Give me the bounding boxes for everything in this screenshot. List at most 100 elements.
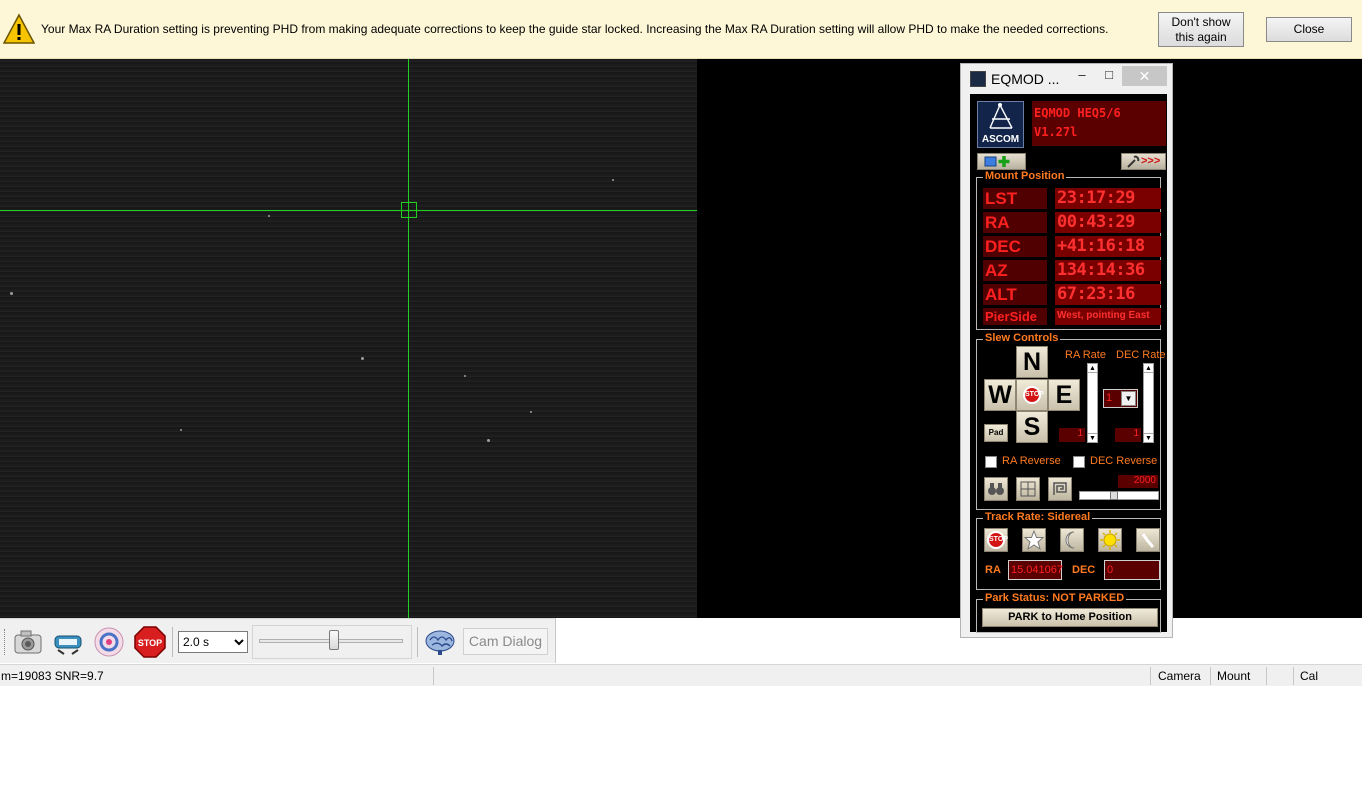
add-device-button[interactable] — [977, 153, 1026, 170]
track-custom-button[interactable] — [1136, 528, 1160, 552]
pierside-label: PierSide — [983, 308, 1047, 325]
toolbar-separator — [172, 627, 173, 657]
eqmod-titlebar[interactable]: EQMOD ... – □ ✕ — [961, 64, 1172, 92]
binoculars-button[interactable] — [984, 477, 1008, 501]
az-label: AZ — [983, 260, 1047, 281]
slew-west-button[interactable]: W — [984, 379, 1016, 411]
position-row-dec: DEC +41:16:18 — [983, 236, 1161, 257]
status-mount: Mount — [1217, 669, 1251, 683]
grid-button[interactable] — [1016, 477, 1040, 501]
eqmod-panel: ASCOM EQMOD HEQ5/6 V1.27l >>> Mount Posi… — [970, 94, 1167, 633]
dec-rate-scrollbar[interactable]: ▲ ▼ — [1143, 363, 1154, 443]
slew-stop-button[interactable]: STOP — [1016, 379, 1048, 411]
maximize-button[interactable]: □ — [1096, 67, 1122, 82]
sun-icon — [1100, 530, 1120, 550]
star — [487, 439, 490, 442]
ra-rate-value: 1 — [1059, 428, 1085, 442]
stop-icon[interactable]: STOP — [134, 626, 166, 658]
custom-rate-icon — [1141, 533, 1155, 548]
dec-reverse-checkbox[interactable] — [1073, 456, 1085, 468]
track-lunar-button[interactable] — [1060, 528, 1084, 552]
eqmod-window: EQMOD ... – □ ✕ ASCOM EQMOD HEQ5/6 V1.27… — [960, 63, 1173, 638]
track-ra-label: RA — [985, 564, 1001, 576]
track-dec-label: DEC — [1072, 564, 1096, 576]
rate-preset-select[interactable]: 1 ▼ — [1103, 389, 1138, 408]
status-star-info: m=19083 SNR=9.7 — [1, 669, 104, 683]
position-row-ra: RA 00:43:29 — [983, 212, 1161, 233]
moon-icon — [1065, 531, 1075, 549]
slew-controls-group: Slew Controls RA Rate DEC Rate N W STOP … — [976, 332, 1166, 510]
slew-east-button[interactable]: E — [1048, 379, 1080, 411]
star — [464, 375, 466, 377]
park-status-title: Park Status: NOT PARKED — [983, 592, 1127, 604]
star — [180, 429, 182, 431]
telescope-connect-icon[interactable] — [52, 626, 84, 658]
star — [268, 215, 270, 217]
status-bar: m=19083 SNR=9.7 Camera Mount Cal — [0, 664, 1362, 686]
driver-version: V1.27l — [1034, 125, 1078, 139]
svg-text:STOP: STOP — [138, 638, 162, 648]
ra-rate-scrollbar[interactable]: ▲ ▼ — [1087, 363, 1098, 443]
dec-rate-label: DEC Rate — [1116, 349, 1166, 361]
minimize-button[interactable]: – — [1069, 67, 1095, 82]
wrench-icon — [1127, 155, 1140, 168]
star — [361, 357, 364, 360]
status-divider — [433, 667, 434, 685]
exposure-select[interactable]: 2.0 s — [178, 631, 248, 653]
ra-reverse-label: RA Reverse — [1002, 455, 1061, 467]
position-row-az: AZ 134:14:36 — [983, 260, 1161, 281]
track-stop-button[interactable]: STOP — [984, 528, 1008, 552]
ra-reverse-checkbox[interactable] — [985, 456, 997, 468]
rate-preset-value: 1 — [1106, 392, 1113, 404]
toolbar-grip[interactable] — [4, 629, 7, 655]
ascom-star-icon — [989, 103, 1013, 129]
park-home-button[interactable]: PARK to Home Position — [982, 608, 1158, 627]
alt-value: 67:23:16 — [1055, 284, 1161, 305]
loop-icon[interactable] — [93, 626, 125, 658]
track-sidereal-button[interactable] — [1022, 528, 1046, 552]
lst-label: LST — [983, 188, 1047, 209]
status-cal: Cal — [1300, 669, 1319, 683]
alt-label: ALT — [983, 284, 1047, 305]
ascom-logo: ASCOM — [977, 101, 1024, 148]
track-rate-group: Track Rate: Sidereal STOP RA 15.041067 D… — [976, 511, 1161, 590]
guide-image[interactable] — [0, 59, 697, 618]
slew-south-button[interactable]: S — [1016, 411, 1048, 443]
cam-dialog-button[interactable]: Cam Dialog — [463, 628, 548, 655]
status-divider — [1150, 667, 1151, 685]
pad-button[interactable]: Pad — [984, 424, 1008, 442]
brain-icon[interactable] — [424, 626, 456, 658]
track-solar-button[interactable] — [1098, 528, 1122, 552]
az-value: 134:14:36 — [1055, 260, 1161, 281]
chevron-down-icon[interactable]: ▼ — [1121, 391, 1136, 406]
track-dec-input[interactable]: 0 — [1104, 560, 1160, 580]
rate-slider[interactable] — [1079, 491, 1159, 500]
binoculars-icon — [988, 483, 1004, 495]
track-ra-input[interactable]: 15.041067 — [1008, 560, 1063, 580]
eqmod-app-icon — [970, 71, 986, 87]
add-icon — [984, 156, 1010, 167]
dont-show-line1: Don't show — [1171, 15, 1231, 29]
star-icon — [1023, 529, 1045, 551]
dec-value: +41:16:18 — [1055, 236, 1161, 257]
close-window-button[interactable]: ✕ — [1122, 66, 1167, 86]
lst-value: 23:17:29 — [1055, 188, 1161, 209]
ra-label: RA — [983, 212, 1047, 233]
gamma-slider-thumb[interactable] — [329, 630, 339, 650]
setup-expand-button[interactable]: >>> — [1121, 153, 1166, 170]
driver-label: EQMOD HEQ5/6 V1.27l — [1032, 101, 1166, 146]
rate-slider-thumb[interactable] — [1110, 491, 1118, 500]
crosshair-vertical — [408, 59, 409, 618]
camera-icon[interactable] — [12, 626, 44, 658]
alert-message: Your Max RA Duration setting is preventi… — [41, 22, 1109, 36]
spiral-button[interactable] — [1048, 477, 1072, 501]
dont-show-again-button[interactable]: Don't show this again — [1158, 12, 1244, 47]
slew-north-button[interactable]: N — [1016, 346, 1048, 378]
slew-controls-title: Slew Controls — [983, 332, 1061, 344]
pierside-value: West, pointing East — [1055, 308, 1161, 325]
star — [530, 411, 532, 413]
dec-reverse-label: DEC Reverse — [1090, 455, 1158, 467]
star — [612, 179, 614, 181]
status-divider — [1266, 667, 1267, 685]
alert-close-button[interactable]: Close — [1266, 17, 1352, 42]
